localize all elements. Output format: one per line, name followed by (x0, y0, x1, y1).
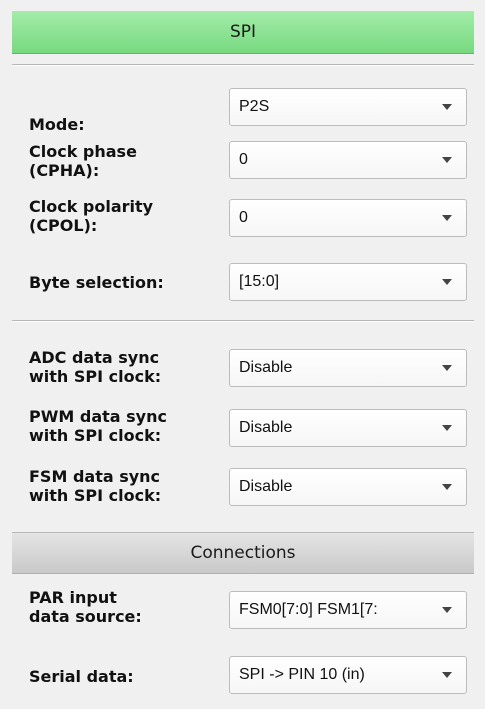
serial-data-label: Serial data: (29, 667, 134, 686)
fsm-sync-label: FSM data sync with SPI clock: (29, 467, 162, 505)
byte-selection-label: Byte selection: (29, 273, 164, 292)
chevron-down-icon (442, 157, 452, 163)
clock-polarity-label: Clock polarity (CPOL): (29, 197, 154, 235)
spi-settings-panel: SPI Mode: P2S Clock phase (CPHA): 0 Cloc… (0, 0, 485, 709)
chevron-down-icon (442, 672, 452, 678)
byte-selection-value: [15:0] (239, 273, 280, 290)
adc-sync-label: ADC data sync with SPI clock: (29, 348, 162, 386)
fsm-sync-value: Disable (239, 478, 293, 495)
chevron-down-icon (442, 279, 452, 285)
pwm-sync-dropdown[interactable]: Disable (229, 409, 467, 447)
clock-polarity-value: 0 (239, 209, 248, 226)
spi-section-header: SPI (12, 11, 474, 54)
connections-section-title: Connections (190, 543, 296, 563)
adc-sync-value: Disable (239, 359, 293, 376)
clock-phase-label: Clock phase (CPHA): (29, 142, 137, 180)
par-input-value: FSM0[7:0] FSM1[7: (239, 601, 378, 618)
connections-section-header: Connections (12, 532, 474, 574)
clock-phase-dropdown[interactable]: 0 (229, 141, 467, 179)
par-input-dropdown[interactable]: FSM0[7:0] FSM1[7: (229, 591, 467, 629)
chevron-down-icon (442, 104, 452, 110)
fsm-sync-dropdown[interactable]: Disable (229, 468, 467, 506)
serial-data-value: SPI -> PIN 10 (in) (239, 666, 365, 683)
chevron-down-icon (442, 607, 452, 613)
chevron-down-icon (442, 365, 452, 371)
spi-section-title: SPI (229, 22, 257, 42)
adc-sync-dropdown[interactable]: Disable (229, 349, 467, 387)
mode-dropdown[interactable]: P2S (229, 88, 467, 126)
chevron-down-icon (442, 425, 452, 431)
clock-polarity-dropdown[interactable]: 0 (229, 199, 467, 237)
par-input-label: PAR input data source: (29, 588, 142, 626)
serial-data-dropdown[interactable]: SPI -> PIN 10 (in) (229, 656, 467, 694)
chevron-down-icon (442, 215, 452, 221)
chevron-down-icon (442, 484, 452, 490)
byte-selection-dropdown[interactable]: [15:0] (229, 263, 467, 301)
pwm-sync-value: Disable (239, 419, 293, 436)
clock-phase-value: 0 (239, 151, 248, 168)
mode-label: Mode: (29, 115, 85, 134)
divider (12, 320, 474, 322)
mode-value: P2S (239, 98, 270, 115)
pwm-sync-label: PWM data sync with SPI clock: (29, 407, 167, 445)
divider (12, 64, 474, 66)
